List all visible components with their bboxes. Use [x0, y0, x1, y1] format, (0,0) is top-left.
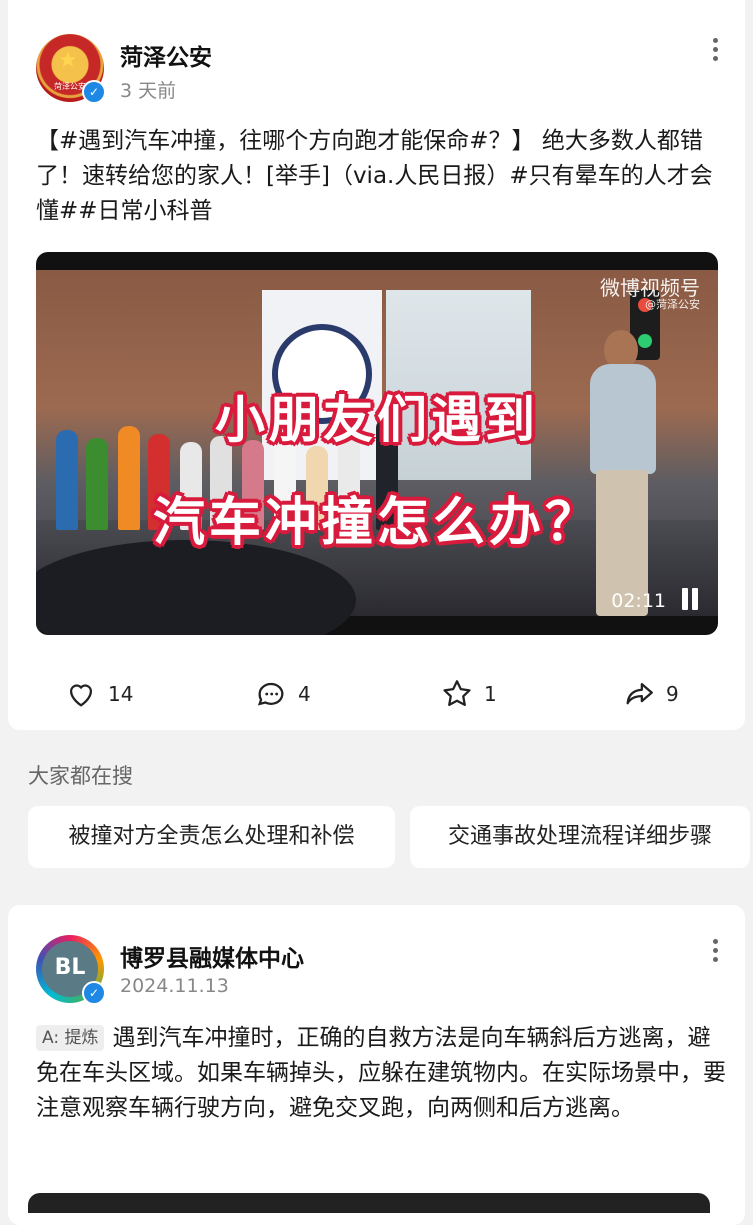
post-card: ★ 菏泽公安 ✓ 菏泽公安 3 天前 【#遇到汽车冲撞，往哪个方向跑才能保命#？…: [8, 0, 745, 730]
share-icon: [626, 682, 653, 705]
ai-summary-tag: A: 提炼: [36, 1025, 105, 1051]
more-options-icon[interactable]: [713, 939, 719, 966]
video-player[interactable]: 小朋友们遇到 汽车冲撞怎么办？ 微博视频号 @菏泽公安 02:11: [36, 252, 718, 635]
comment-icon: [257, 682, 284, 706]
star-icon: [443, 680, 471, 707]
post-text[interactable]: 【#遇到汽车冲撞，往哪个方向跑才能保命#？】 绝大多数人都错了！速转给您的家人！…: [36, 124, 726, 229]
heart-icon: [69, 684, 93, 707]
comment-count: 4: [298, 682, 311, 706]
search-section-title: 大家都在搜: [28, 764, 133, 788]
share-count: 9: [666, 682, 679, 706]
verified-badge-icon: ✓: [82, 80, 106, 104]
post-time: 3 天前: [120, 80, 177, 102]
video-watermark-sub: @菏泽公安: [645, 298, 700, 311]
post-body: 遇到汽车冲撞时，正确的自救方法是向车辆斜后方逃离，避免在车头区域。如果车辆掉头，…: [36, 1025, 726, 1121]
video-caption-line1: 小朋友们遇到: [215, 391, 539, 449]
like-button[interactable]: 14: [64, 672, 133, 716]
instructor: [576, 330, 666, 616]
search-chip[interactable]: 交通事故处理流程详细步骤: [410, 806, 750, 868]
police-emblem-icon: ★: [58, 48, 78, 73]
video-duration: 02:11: [611, 590, 666, 612]
favorite-button[interactable]: 1: [440, 672, 497, 716]
share-button[interactable]: 9: [622, 672, 679, 716]
post-text[interactable]: A: 提炼 遇到汽车冲撞时，正确的自救方法是向车辆斜后方逃离，避免在车头区域。如果…: [36, 1021, 726, 1126]
author-name[interactable]: 菏泽公安: [120, 38, 212, 72]
pause-icon[interactable]: [680, 588, 700, 610]
post-card: BL ✓ 博罗县融媒体中心 2024.11.13 A: 提炼 遇到汽车冲撞时，正确…: [8, 905, 745, 1225]
action-bar: 14 4 1 9: [8, 672, 745, 716]
comment-button[interactable]: 4: [254, 672, 311, 716]
more-options-icon[interactable]: [713, 38, 719, 65]
video-player[interactable]: [28, 1193, 710, 1213]
post-time: 2024.11.13: [120, 975, 229, 997]
search-chip[interactable]: 被撞对方全责怎么处理和补偿: [28, 806, 395, 868]
favorite-count: 1: [484, 682, 497, 706]
like-count: 14: [108, 682, 134, 706]
video-caption-line2: 汽车冲撞怎么办？: [152, 493, 601, 553]
logo-icon: BL: [54, 955, 86, 980]
verified-badge-icon: ✓: [82, 981, 106, 1005]
author-name[interactable]: 博罗县融媒体中心: [120, 939, 304, 973]
